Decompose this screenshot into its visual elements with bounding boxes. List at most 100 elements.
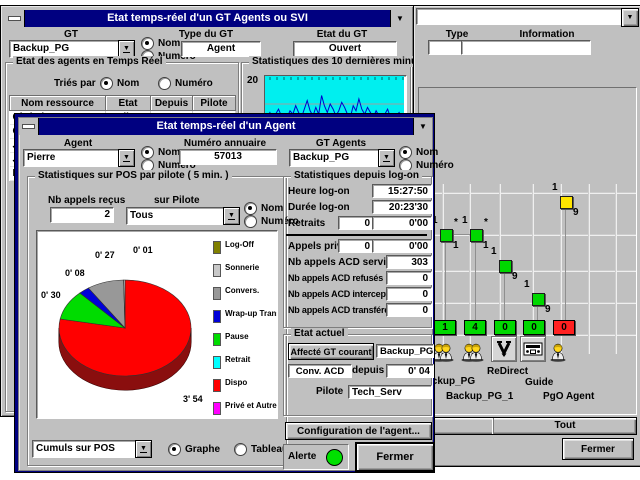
pos-stats-group-title: Statistiques sur POS par pilote ( 5 min.… — [35, 170, 232, 181]
pie-slice-label: 0' 30 — [41, 290, 61, 300]
sort-radio-nom[interactable]: Nom — [100, 77, 139, 89]
minimize-button[interactable] — [413, 118, 432, 135]
legend-swatch — [213, 241, 221, 254]
legend-item: Dispo — [213, 379, 275, 392]
agent-window-titlebar[interactable]: Etat temps-réel d'un Agent — [19, 118, 432, 135]
agent-label: Agent — [23, 138, 133, 149]
queue-counter: 1 — [434, 320, 456, 335]
node-count-bottom: 1 — [453, 240, 459, 251]
nb-appels-recus-label: Nb appels reçus — [48, 195, 125, 206]
heure-logon-label: Heure log-on — [288, 186, 350, 197]
node-count-top: 1 — [552, 182, 558, 193]
routing-node[interactable] — [499, 260, 512, 273]
legend-label: Pause — [225, 333, 249, 342]
monitor-window: ▼ Type Information 1*11*119191914000Back… — [413, 5, 640, 467]
radio-tableau[interactable]: Tableau — [234, 443, 288, 455]
legend-item: Pause — [213, 333, 275, 346]
alert-indicator — [326, 449, 343, 466]
guide-icon[interactable] — [520, 336, 546, 362]
acd-servis-field: 303 — [386, 255, 432, 269]
information-field[interactable] — [461, 40, 591, 55]
routing-panel: 1*11*119191914000Backup_PGReDirectGuideB… — [418, 87, 637, 415]
gt-agents-radio-nom[interactable]: Nom — [399, 146, 438, 158]
routing-label: PgO Agent — [543, 391, 594, 402]
acd-interceptes-field: 0 — [386, 287, 432, 301]
pilote-radio-nom[interactable]: Nom — [244, 202, 283, 214]
dropdown-arrow-icon[interactable] — [378, 149, 395, 167]
routing-node[interactable] — [532, 293, 545, 306]
radio-dot — [168, 443, 181, 456]
legend-label: Log-Off — [225, 241, 254, 250]
y-axis-tick: 20 — [247, 75, 258, 86]
col-etat[interactable]: Etat — [106, 96, 151, 111]
system-menu-button[interactable] — [5, 10, 25, 27]
routing-label: Guide — [525, 377, 553, 388]
system-menu-button[interactable] — [19, 118, 39, 135]
retraits-duration-field: 0'00 — [372, 216, 432, 230]
agent-icon[interactable] — [550, 336, 576, 362]
etat-gt-label: Etat du GT — [296, 29, 388, 40]
gt-agents-combobox-value: Backup_PG — [293, 151, 378, 164]
monitor-combobox[interactable] — [416, 8, 629, 25]
pie-slice-label: 0' 08 — [65, 268, 85, 278]
routing-node[interactable] — [470, 229, 483, 242]
legend-label: Dispo — [225, 379, 247, 388]
monitor-dropdown-arrow-button[interactable]: ▼ — [621, 8, 639, 27]
duree-logon-field: 20:23'30 — [372, 200, 432, 214]
node-count-bottom: 9 — [512, 271, 518, 282]
radio-dot — [399, 146, 412, 159]
dropdown-arrow-icon[interactable] — [118, 149, 135, 167]
dropdown-arrow-icon[interactable] — [223, 207, 240, 225]
pie-chart: 3' 540' 300' 080' 270' 01 — [37, 232, 211, 417]
radio-dot — [234, 443, 247, 456]
routing-node[interactable] — [440, 229, 453, 242]
grid-line — [419, 302, 636, 303]
depuis-field: 0' 04 — [386, 364, 434, 378]
config-agent-button[interactable]: Configuration de l'agent... — [285, 422, 432, 440]
grid-line — [588, 184, 589, 354]
nb-appels-recus-field: 2 — [50, 207, 114, 223]
node-count-bottom: 9 — [573, 207, 579, 218]
routing-node[interactable] — [560, 196, 573, 209]
tab-tout[interactable]: Tout — [494, 418, 636, 434]
agent-fermer-button[interactable]: Fermer — [355, 442, 435, 472]
gt-window-title: Etat temps-réel d'un GT Agents ou SVI — [25, 10, 390, 27]
node-count-top: 1 — [462, 215, 468, 226]
radio-graphe[interactable]: Graphe — [168, 443, 220, 455]
dropdown-arrow-icon[interactable] — [135, 440, 152, 458]
minimize-button[interactable] — [390, 10, 409, 27]
retraits-label: Retraits — [288, 218, 325, 229]
gt-combobox-value: Backup_PG — [13, 42, 118, 55]
duree-logon-label: Durée log-on — [288, 202, 350, 213]
sur-pilote-combobox[interactable]: Tous — [126, 207, 240, 225]
agents-icon[interactable] — [461, 336, 487, 362]
col-depuis[interactable]: Depuis — [151, 96, 193, 111]
redirect-glyph — [495, 340, 513, 358]
legend-item: Retrait — [213, 356, 275, 369]
acd-refuses-field: 0 — [386, 271, 432, 285]
acd-interceptes-label: Nb appels ACD interceptés — [288, 289, 398, 299]
monitor-fermer-button[interactable]: Fermer — [562, 438, 634, 460]
retraits-count-field: 0 — [338, 216, 374, 230]
radio-label: Numéro — [175, 78, 213, 89]
radio-dot — [158, 77, 171, 90]
legend-label: Wrap-up Transaction — [225, 310, 278, 319]
legend-swatch — [213, 333, 221, 346]
gt-window-titlebar[interactable]: Etat temps-réel d'un GT Agents ou SVI — [5, 10, 409, 27]
annuaire-label: Numéro annuaire — [169, 138, 281, 149]
sort-radio-numero[interactable]: Numéro — [158, 77, 213, 89]
col-nom-ressource[interactable]: Nom ressource — [10, 96, 106, 111]
cumuls-combobox[interactable]: Cumuls sur POS — [32, 440, 152, 458]
pie-chart-box: 3' 540' 300' 080' 270' 01 Log-OffSonneri… — [36, 230, 278, 419]
affecte-gt-button[interactable]: Affecté GT courant — [288, 343, 374, 360]
radio-dot — [100, 77, 113, 90]
redirect-icon[interactable] — [491, 336, 517, 362]
gt-agents-combobox[interactable]: Backup_PG — [289, 149, 395, 167]
pilote-label: Pilote — [316, 386, 343, 397]
system-menu-icon — [22, 124, 35, 129]
col-pilote[interactable]: Pilote — [193, 96, 236, 111]
type-gt-field: Agent — [181, 41, 261, 57]
annuaire-field[interactable]: 57013 — [179, 149, 277, 165]
connector-line — [475, 239, 476, 320]
agent-combobox[interactable]: Pierre — [23, 149, 135, 167]
